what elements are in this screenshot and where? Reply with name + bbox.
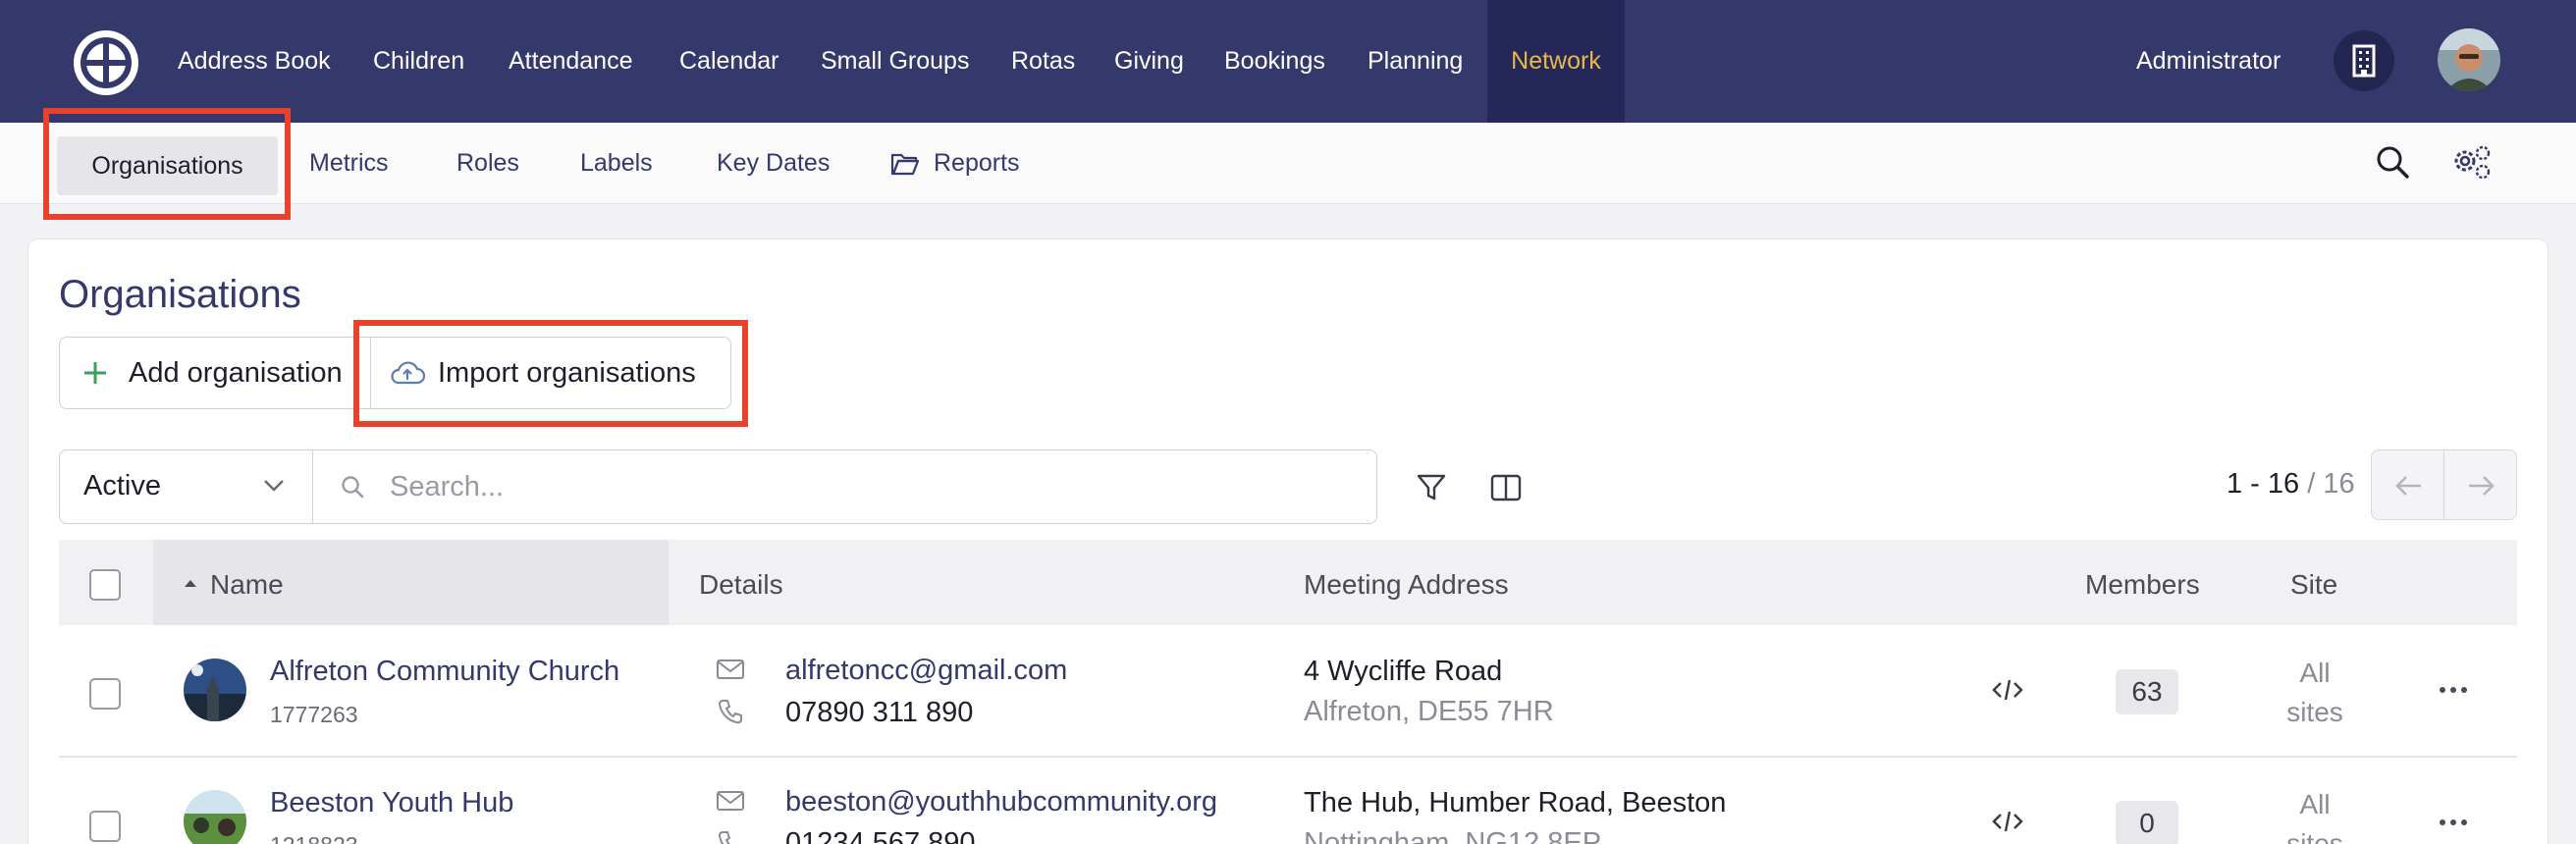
sub-navbar: Organisations Metrics Roles Labels Key D… — [0, 123, 2576, 204]
organisation-name-link[interactable]: Beeston Youth Hub — [270, 787, 513, 819]
row-checkbox[interactable] — [89, 678, 121, 710]
tab-reports[interactable]: Reports — [934, 123, 1020, 204]
next-page-button[interactable] — [2443, 449, 2517, 520]
nav-small-groups[interactable]: Small Groups — [821, 0, 969, 123]
tab-metrics[interactable]: Metrics — [309, 123, 389, 204]
add-organisation-label: Add organisation — [129, 356, 343, 389]
nav-calendar[interactable]: Calendar — [679, 0, 778, 123]
address-line2: Nottingham, NG12 8EP — [1304, 827, 1602, 844]
organisation-phone: 07890 311 890 — [785, 697, 974, 728]
organisation-avatar — [184, 659, 246, 721]
nav-address-book[interactable]: Address Book — [178, 0, 331, 123]
user-menu-label[interactable]: Administrator — [2136, 0, 2281, 123]
pagination-info: 1 - 16 / 16 — [2227, 468, 2355, 501]
more-options-icon[interactable] — [2438, 817, 2469, 828]
building-icon[interactable] — [2334, 30, 2394, 91]
top-navbar: Address Book Children Attendance Calenda… — [0, 0, 2576, 123]
members-count-badge: 0 — [2116, 801, 2178, 844]
column-header-name[interactable]: Name — [210, 569, 284, 601]
settings-gear-icon[interactable] — [2450, 143, 2494, 183]
search-input[interactable] — [390, 464, 1352, 509]
site-label: All sites — [2286, 789, 2343, 844]
tab-labels[interactable]: Labels — [580, 123, 653, 204]
organisation-name-link[interactable]: Alfreton Community Church — [270, 656, 619, 688]
site-label: All sites — [2286, 658, 2343, 727]
pagination-range: 1 - 16 — [2227, 468, 2300, 500]
import-organisations-label: Import organisations — [438, 356, 696, 389]
members-count-badge: 63 — [2116, 669, 2178, 714]
embed-code-icon[interactable] — [1990, 675, 2025, 705]
nav-network[interactable]: Network — [1487, 0, 1625, 123]
filter-icon[interactable] — [1416, 472, 1447, 503]
logo-icon[interactable] — [72, 28, 140, 97]
organisation-email-link[interactable]: alfretoncc@gmail.com — [785, 655, 1067, 687]
column-header-site[interactable]: Site — [2290, 569, 2337, 601]
arrow-right-icon — [2469, 476, 2495, 496]
nav-children[interactable]: Children — [373, 0, 464, 123]
organisation-avatar — [184, 790, 246, 844]
nav-attendance[interactable]: Attendance — [509, 0, 633, 123]
phone-icon — [718, 831, 736, 844]
phone-icon — [718, 700, 742, 724]
organisation-email-link[interactable]: beeston@youthhubcommunity.org — [785, 786, 1217, 818]
address-line2: Alfreton, DE55 7HR — [1304, 696, 1554, 727]
pagination-total: / 16 — [2307, 468, 2355, 500]
sort-ascending-icon — [185, 580, 196, 587]
envelope-icon — [717, 659, 744, 679]
prev-page-button[interactable] — [2371, 449, 2444, 520]
arrow-left-icon — [2395, 476, 2421, 496]
tab-organisations[interactable]: Organisations — [57, 136, 278, 195]
search-icon[interactable] — [2375, 144, 2410, 180]
tab-key-dates[interactable]: Key Dates — [717, 123, 830, 204]
columns-icon[interactable] — [1490, 473, 1522, 502]
organisation-id: 1777263 — [270, 702, 358, 727]
column-header-meeting-address[interactable]: Meeting Address — [1304, 569, 1509, 601]
row-divider — [59, 756, 2517, 758]
nav-planning[interactable]: Planning — [1368, 0, 1463, 123]
nav-bookings[interactable]: Bookings — [1224, 0, 1325, 123]
column-header-members[interactable]: Members — [2085, 569, 2200, 601]
folder-icon — [890, 153, 920, 176]
add-organisation-button[interactable]: Add organisation — [59, 337, 371, 409]
organisation-id: 1218823 — [270, 832, 358, 844]
nav-rotas[interactable]: Rotas — [1011, 0, 1075, 123]
address-line1: 4 Wycliffe Road — [1304, 656, 1503, 687]
import-organisations-button[interactable]: Import organisations — [370, 337, 731, 409]
embed-code-icon[interactable] — [1990, 807, 2025, 836]
more-options-icon[interactable] — [2438, 684, 2469, 696]
page-title: Organisations — [59, 273, 301, 316]
status-select-value: Active — [83, 470, 161, 501]
nav-giving[interactable]: Giving — [1114, 0, 1184, 123]
row-checkbox[interactable] — [89, 811, 121, 842]
search-box — [312, 449, 1377, 524]
avatar[interactable] — [2438, 28, 2500, 91]
plus-icon — [84, 362, 106, 384]
search-icon — [342, 476, 364, 499]
select-all-checkbox[interactable] — [89, 569, 121, 601]
tab-roles[interactable]: Roles — [456, 123, 519, 204]
chevron-down-icon — [264, 480, 284, 492]
status-select[interactable]: Active — [59, 449, 314, 524]
cloud-upload-icon — [391, 361, 426, 385]
envelope-icon — [717, 791, 744, 811]
column-header-details[interactable]: Details — [699, 569, 783, 601]
organisation-phone: 01234 567 890 — [785, 827, 976, 844]
address-line1: The Hub, Humber Road, Beeston — [1304, 787, 1727, 818]
